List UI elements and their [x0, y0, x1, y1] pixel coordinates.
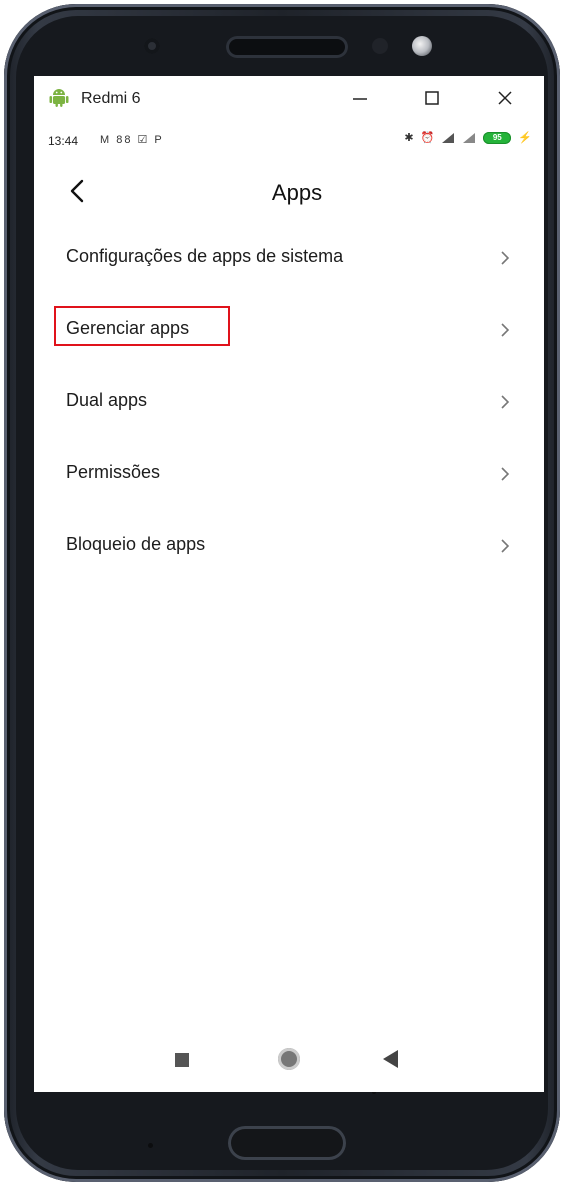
system-icons: ✱ ⏰ 95 ⚡: [404, 131, 532, 144]
window-title-bar: Redmi 6: [34, 76, 544, 120]
close-button[interactable]: [485, 82, 525, 114]
page-title-text: Apps: [271, 180, 323, 205]
navigation-bar: [34, 1036, 544, 1092]
chevron-right-icon: [501, 395, 510, 409]
close-icon: [498, 91, 512, 105]
list-item-manage-apps[interactable]: Gerenciar apps: [34, 300, 544, 360]
battery-icon: 95: [483, 131, 512, 144]
list-item-app-lock[interactable]: Bloqueio de apps: [34, 516, 544, 576]
microphone-hole: [148, 1143, 153, 1148]
maximize-button[interactable]: [412, 82, 452, 114]
list-item-system-app-settings[interactable]: Configurações de apps de sistema: [34, 228, 544, 288]
android-icon: [49, 89, 69, 107]
chevron-right-icon: [501, 539, 510, 553]
minimize-icon: [353, 98, 367, 100]
home-circle-icon[interactable]: [278, 1048, 300, 1070]
chevron-right-icon: [501, 323, 510, 337]
earpiece-speaker: [226, 36, 348, 58]
recents-square-icon[interactable]: [175, 1053, 189, 1067]
chevron-right-icon: [501, 251, 510, 265]
status-bar: 13:44 M 88 ☑ P ✱ ⏰ 95 ⚡: [34, 120, 544, 154]
front-camera: [412, 36, 432, 56]
app-bar: Apps: [34, 166, 544, 216]
alarm-icon: ⏰: [420, 132, 435, 144]
list-item-dual-apps[interactable]: Dual apps: [34, 372, 544, 432]
proximity-sensor: [372, 38, 388, 54]
charging-icon: ⚡: [518, 132, 532, 144]
list-item-label: Permissões: [66, 462, 161, 482]
chevron-right-icon: [501, 467, 510, 481]
notification-icons: M 88 ☑ P: [100, 134, 164, 146]
list-item-permissions[interactable]: Permissões: [34, 444, 544, 504]
page-title: Apps: [34, 180, 544, 206]
minimize-button[interactable]: [340, 82, 380, 114]
front-sensor: [144, 38, 160, 54]
signal-icon: [442, 132, 455, 143]
list-item-label: Gerenciar apps: [66, 318, 190, 338]
hardware-home-button[interactable]: [228, 1126, 346, 1160]
maximize-icon: [425, 91, 439, 105]
list-item-label: Bloqueio de apps: [66, 534, 206, 554]
list-item-label: Dual apps: [66, 390, 148, 410]
device-screen: Redmi 6 13:44 M 88 ☑ P ✱ ⏰ 95 ⚡ Apps Con…: [34, 76, 544, 1092]
status-time: 13:44: [48, 134, 79, 148]
bluetooth-icon: ✱: [404, 132, 414, 144]
list-item-label: Configurações de apps de sistema: [66, 246, 344, 266]
signal-2-icon: [463, 132, 476, 143]
window-title: Redmi 6: [81, 90, 141, 107]
back-triangle-icon[interactable]: [383, 1050, 398, 1068]
